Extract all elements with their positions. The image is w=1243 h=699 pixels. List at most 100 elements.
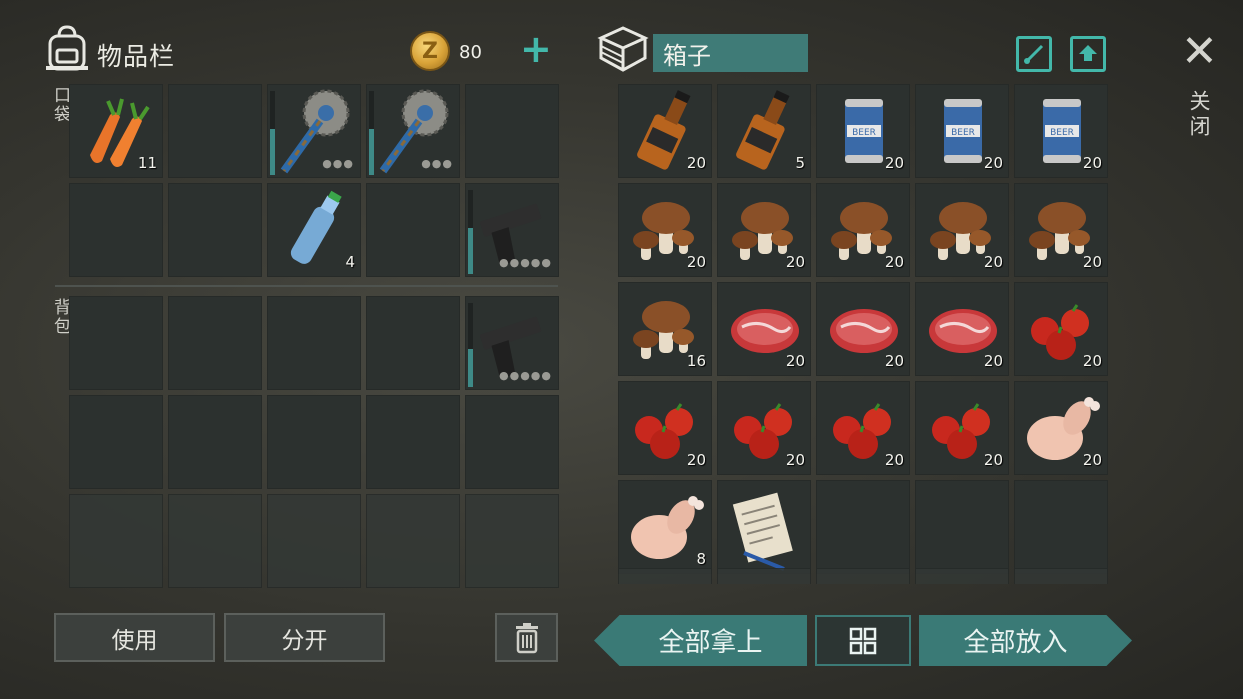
locked-slot — [366, 494, 460, 588]
split-button[interactable]: 分开 — [224, 613, 385, 662]
item-count: 20 — [1082, 451, 1102, 469]
empty-slot[interactable] — [168, 84, 262, 178]
item-count: 20 — [884, 253, 904, 271]
item-count: 20 — [983, 352, 1003, 370]
item-slot-chicken[interactable]: 8 — [618, 480, 712, 574]
item-slot-steak[interactable]: 20 — [717, 282, 811, 376]
item-slot-carrot[interactable]: 11 — [69, 84, 163, 178]
quality-dots: ●●● — [421, 157, 453, 170]
close-label[interactable]: 关闭 — [1184, 90, 1214, 140]
item-slot-pistol[interactable]: ●●●●● — [465, 183, 559, 277]
item-slot-mushroom[interactable]: 20 — [915, 183, 1009, 277]
box-icon — [597, 24, 649, 74]
rename-button[interactable] — [1016, 36, 1052, 72]
svg-text:BEER: BEER — [951, 128, 975, 138]
item-count: 20 — [686, 253, 706, 271]
section-divider — [55, 285, 558, 287]
item-count: 4 — [345, 253, 355, 271]
empty-slot[interactable] — [168, 183, 262, 277]
container-more-row — [618, 568, 1108, 584]
item-slot-mushroom[interactable]: 20 — [1014, 183, 1108, 277]
item-count: 20 — [983, 451, 1003, 469]
empty-slot[interactable] — [69, 296, 163, 390]
quality-dots: ●●●●● — [499, 256, 552, 269]
item-slot-pistol[interactable]: ●●●●● — [465, 296, 559, 390]
item-slot-beer[interactable]: BEER 20 — [1014, 84, 1108, 178]
container-slot-partial — [816, 568, 910, 584]
upload-button[interactable] — [1070, 36, 1106, 72]
empty-slot[interactable] — [465, 395, 559, 489]
quality-dots: ●●●●● — [499, 369, 552, 382]
item-slot-chicken[interactable]: 20 — [1014, 381, 1108, 475]
item-slot-saw-mace[interactable]: ●●● — [366, 84, 460, 178]
item-slot-whiskey[interactable]: 20 — [618, 84, 712, 178]
take-all-button[interactable]: 全部拿上 — [594, 615, 807, 666]
item-count: 5 — [795, 154, 805, 172]
coin-icon: Z — [410, 31, 450, 71]
locked-slot — [465, 494, 559, 588]
container-slot-partial — [915, 568, 1009, 584]
put-all-button[interactable]: 全部放入 — [919, 615, 1132, 666]
item-slot-notes[interactable] — [717, 480, 811, 574]
item-count: 20 — [983, 154, 1003, 172]
item-slot-steak[interactable]: 20 — [915, 282, 1009, 376]
empty-slot[interactable] — [465, 84, 559, 178]
inventory-title: 物品栏 — [97, 42, 176, 71]
item-slot-tomato[interactable]: 20 — [717, 381, 811, 475]
empty-slot[interactable] — [816, 480, 910, 574]
sort-button[interactable] — [815, 615, 911, 666]
item-count: 8 — [696, 550, 706, 568]
item-slot-mushroom[interactable]: 20 — [717, 183, 811, 277]
item-count: 20 — [884, 451, 904, 469]
backpack-icon — [44, 24, 90, 72]
grid-sort-icon — [849, 627, 877, 654]
item-slot-beer[interactable]: BEER 20 — [816, 84, 910, 178]
brush-icon — [1024, 44, 1044, 64]
container-name: 箱子 — [653, 34, 808, 72]
trash-button[interactable] — [495, 613, 558, 662]
trash-icon — [515, 622, 538, 653]
use-button[interactable]: 使用 — [54, 613, 215, 662]
empty-slot[interactable] — [366, 395, 460, 489]
item-count: 20 — [785, 253, 805, 271]
empty-slot[interactable] — [69, 183, 163, 277]
item-slot-saw-mace[interactable]: ●●● — [267, 84, 361, 178]
upload-icon — [1079, 45, 1097, 61]
item-slot-tomato[interactable]: 20 — [1014, 282, 1108, 376]
pocket-grid: 11 ●●● ●●● 4 ●●●●● — [69, 84, 559, 277]
item-count: 20 — [785, 352, 805, 370]
empty-slot[interactable] — [267, 296, 361, 390]
coin-symbol: Z — [422, 38, 438, 64]
item-slot-mushroom[interactable]: 16 — [618, 282, 712, 376]
empty-slot[interactable] — [366, 183, 460, 277]
svg-text:BEER: BEER — [1050, 128, 1074, 138]
add-coins-button[interactable]: + — [520, 30, 552, 68]
quality-dots: ●●● — [322, 157, 354, 170]
coin-count: 80 — [459, 42, 482, 63]
container-slot-partial — [618, 568, 712, 584]
item-slot-mushroom[interactable]: 20 — [618, 183, 712, 277]
item-count: 20 — [1082, 253, 1102, 271]
empty-slot[interactable] — [168, 296, 262, 390]
empty-slot[interactable] — [69, 395, 163, 489]
empty-slot[interactable] — [1014, 480, 1108, 574]
item-count: 20 — [785, 451, 805, 469]
item-slot-tomato[interactable]: 20 — [618, 381, 712, 475]
empty-slot[interactable] — [168, 395, 262, 489]
item-count: 20 — [1082, 154, 1102, 172]
empty-slot[interactable] — [915, 480, 1009, 574]
item-count: 16 — [686, 352, 706, 370]
item-slot-steak[interactable]: 20 — [816, 282, 910, 376]
locked-slot — [267, 494, 361, 588]
item-slot-mushroom[interactable]: 20 — [816, 183, 910, 277]
empty-slot[interactable] — [366, 296, 460, 390]
close-icon[interactable]: ✕ — [1181, 30, 1218, 74]
item-slot-water-bottle[interactable]: 4 — [267, 183, 361, 277]
item-slot-tomato[interactable]: 20 — [915, 381, 1009, 475]
item-count: 20 — [983, 253, 1003, 271]
item-slot-tomato[interactable]: 20 — [816, 381, 910, 475]
item-slot-whiskey[interactable]: 5 — [717, 84, 811, 178]
item-slot-beer[interactable]: BEER 20 — [915, 84, 1009, 178]
container-grid: 20 5 BEER 20 BEER 20 BEER 20 20 20 20 20 20 16 20 20 20 2… — [618, 84, 1108, 574]
empty-slot[interactable] — [267, 395, 361, 489]
